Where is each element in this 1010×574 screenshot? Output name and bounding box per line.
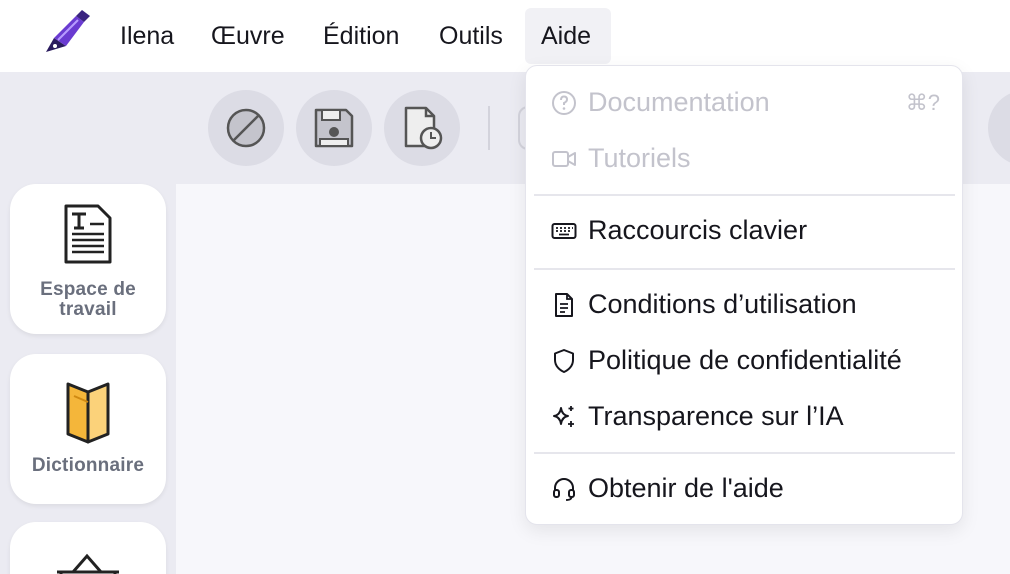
fountain-pen-icon[interactable]: [36, 8, 92, 56]
menu-item-label: Obtenir de l'aide: [588, 473, 784, 503]
disabled-button[interactable]: [208, 90, 284, 166]
help-dropdown-menu: Documentation ⌘? Tutoriels Raccourcis cl…: [525, 65, 963, 525]
menu-separator: [534, 268, 955, 270]
disabled-circle-icon: [226, 108, 266, 148]
save-button[interactable]: [296, 90, 372, 166]
menu-outils[interactable]: Outils: [423, 8, 519, 64]
sparkles-icon: [553, 406, 574, 427]
menu-item-get-help[interactable]: Obtenir de l'aide: [526, 464, 964, 512]
menu-separator: [534, 194, 955, 196]
menu-item-label: Documentation: [588, 87, 770, 117]
menu-item-privacy[interactable]: Politique de confidentialité: [526, 336, 964, 384]
menu-oeuvre[interactable]: Œuvre: [195, 8, 301, 64]
menu-item-tutorials[interactable]: Tutoriels: [526, 134, 964, 182]
sidebar-item-label: Espace de travail: [40, 279, 136, 320]
menu-item-documentation[interactable]: Documentation ⌘?: [526, 78, 964, 126]
shortcut-label: ⌘?: [905, 90, 940, 115]
basket-icon: [57, 553, 119, 574]
keyboard-icon: [551, 223, 577, 239]
menu-edition[interactable]: Édition: [307, 8, 415, 64]
menu-item-terms[interactable]: Conditions d’utilisation: [526, 280, 964, 328]
file-text-icon: [555, 293, 573, 317]
sidebar-item-dictionary[interactable]: Dictionnaire: [10, 354, 166, 504]
headset-icon: [553, 478, 575, 501]
shield-icon: [554, 349, 574, 373]
menu-item-label: Conditions d’utilisation: [588, 289, 857, 319]
text-document-icon: [64, 204, 112, 264]
menu-separator: [534, 452, 955, 454]
menu-item-label: Transparence sur l’IA: [588, 401, 844, 431]
question-circle-icon: [552, 91, 576, 115]
menu-item-keyboard-shortcuts[interactable]: Raccourcis clavier: [526, 206, 964, 254]
document-history-icon: [404, 106, 443, 150]
menu-item-ai-transparency[interactable]: Transparence sur l’IA: [526, 392, 964, 440]
menu-item-label: Politique de confidentialité: [588, 345, 902, 375]
menu-item-label: Raccourcis clavier: [588, 215, 808, 245]
video-camera-icon: [552, 151, 576, 167]
history-button[interactable]: [384, 90, 460, 166]
floppy-disk-icon: [314, 108, 354, 148]
sidebar-item-label: Dictionnaire: [31, 455, 145, 476]
menu-aide[interactable]: Aide: [525, 8, 611, 64]
menu-ilena[interactable]: Ilena: [104, 8, 190, 64]
toolbar-divider: [488, 106, 490, 150]
sidebar-item-basket[interactable]: [10, 522, 166, 574]
sidebar-item-workspace[interactable]: Espace de travail: [10, 184, 166, 334]
menu-bar: Ilena Œuvre Édition Outils Aide: [0, 0, 1010, 72]
book-icon: [66, 382, 110, 444]
menu-item-label: Tutoriels: [588, 143, 691, 173]
